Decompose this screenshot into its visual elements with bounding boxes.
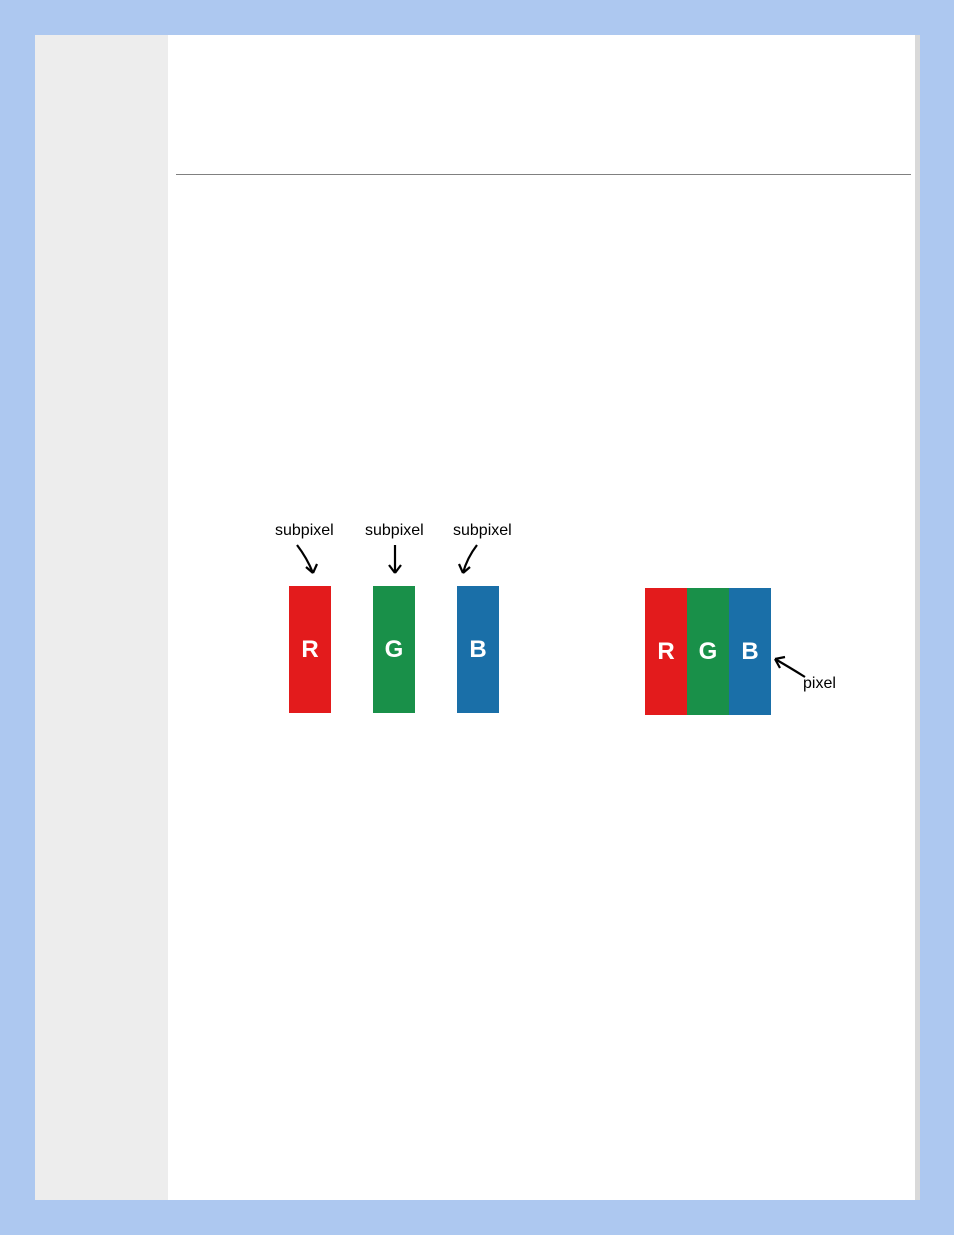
subpixel-label-r: subpixel [275, 522, 334, 540]
arrow-down-icon [293, 543, 323, 583]
subpixel-bar-b: B [457, 586, 499, 713]
subpixel-letter-b: B [469, 636, 486, 664]
document-viewer: subpixel R subpixel G subpixel B R [20, 20, 934, 1215]
arrow-down-icon [386, 543, 406, 583]
subpixel-letter-g: G [385, 636, 404, 664]
pixel-letter-r: R [657, 638, 674, 666]
right-gutter [915, 35, 920, 1200]
subpixel-bar-r: R [289, 586, 331, 713]
pixel-label: pixel [803, 675, 836, 693]
subpixel-label-b: subpixel [453, 522, 512, 540]
pixel-letter-g: G [699, 638, 718, 666]
pixel-letter-b: B [741, 638, 758, 666]
left-gutter [35, 35, 168, 1200]
pixel-bar-b: B [729, 588, 771, 715]
subpixel-label-g: subpixel [365, 522, 424, 540]
subpixel-bar-g: G [373, 586, 415, 713]
subpixel-letter-r: R [301, 636, 318, 664]
pixel-bar-r: R [645, 588, 687, 715]
rgb-pixel-diagram: subpixel R subpixel G subpixel B R [168, 35, 915, 1200]
arrow-down-icon [455, 543, 485, 583]
pixel-bar-g: G [687, 588, 729, 715]
